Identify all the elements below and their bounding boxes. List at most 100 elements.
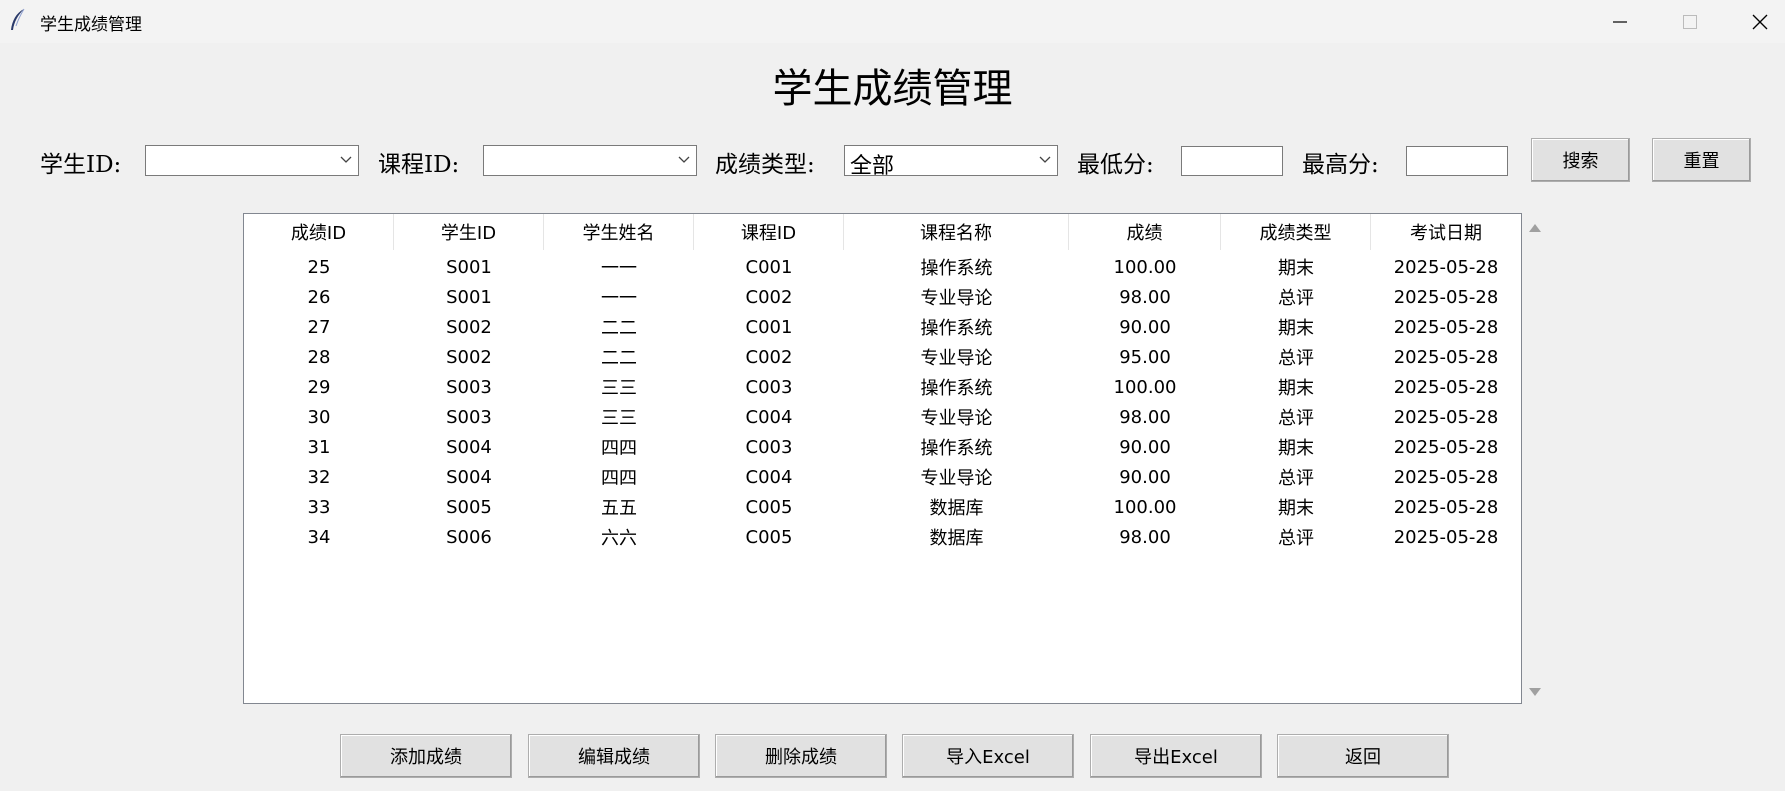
- table-cell: 2025-05-28: [1393, 406, 1499, 428]
- table-cell: 34: [307, 526, 331, 548]
- table-cell: 2025-05-28: [1393, 466, 1499, 488]
- chevron-down-icon: [340, 156, 352, 163]
- table-cell: 90.00: [1119, 436, 1171, 458]
- chevron-down-icon: [1039, 156, 1051, 163]
- table-cell: 操作系统: [920, 258, 993, 279]
- table-cell: 25: [307, 256, 331, 278]
- table-cell: 95.00: [1119, 346, 1171, 368]
- back-button[interactable]: 返回: [1277, 734, 1449, 778]
- table-cell: 三三: [601, 408, 637, 429]
- table-row[interactable]: 27 S002 二二 C001 操作系统 90.00 期末 2025-05-28: [244, 312, 1521, 342]
- table-row[interactable]: 28 S002 二二 C002 专业导论 95.00 总评 2025-05-28: [244, 342, 1521, 372]
- grade-type-value: 全部: [850, 154, 895, 179]
- column-header[interactable]: 成绩: [1069, 214, 1221, 250]
- table-row[interactable]: 34 S006 六六 C005 数据库 98.00 总评 2025-05-28: [244, 522, 1521, 552]
- reset-button[interactable]: 重置: [1652, 138, 1751, 182]
- min-score-input[interactable]: [1181, 146, 1283, 176]
- page-title: 学生成绩管理: [772, 66, 1013, 112]
- table-cell: 31: [307, 436, 331, 458]
- close-button[interactable]: [1725, 0, 1785, 43]
- grade-type-combobox[interactable]: 全部: [844, 145, 1058, 179]
- table-cell: 2025-05-28: [1393, 376, 1499, 398]
- table-cell: C002: [745, 286, 793, 308]
- table-cell: 33: [307, 496, 331, 518]
- add-grade-button[interactable]: 添加成绩: [340, 734, 512, 778]
- course-id-label: 课程ID:: [378, 152, 460, 178]
- table-cell: 2025-05-28: [1393, 346, 1499, 368]
- table-cell: 期末: [1278, 498, 1314, 519]
- student-id-combobox[interactable]: [145, 145, 359, 176]
- table-cell: 2025-05-28: [1393, 316, 1499, 338]
- export-excel-button[interactable]: 导出Excel: [1090, 734, 1262, 778]
- min-score-label: 最低分:: [1077, 152, 1154, 178]
- table-cell: 100.00: [1113, 496, 1177, 518]
- table-cell: S003: [446, 376, 492, 398]
- table-cell: S002: [446, 316, 492, 338]
- minimize-button[interactable]: [1585, 0, 1655, 43]
- table-cell: 总评: [1278, 468, 1314, 489]
- max-score-input[interactable]: [1406, 146, 1508, 176]
- table-row[interactable]: 30 S003 三三 C004 专业导论 98.00 总评 2025-05-28: [244, 402, 1521, 432]
- table-cell: S006: [446, 526, 492, 548]
- table-cell: 二二: [601, 348, 637, 369]
- scroll-down-arrow-icon[interactable]: [1528, 686, 1542, 698]
- table-cell: 29: [307, 376, 331, 398]
- table-cell: 三三: [601, 378, 637, 399]
- table-cell: 98.00: [1119, 406, 1171, 428]
- table-row[interactable]: 25 S001 一一 C001 操作系统 100.00 期末 2025-05-28: [244, 252, 1521, 282]
- table-cell: 26: [307, 286, 331, 308]
- table-cell: 28: [307, 346, 331, 368]
- grade-type-label: 成绩类型:: [715, 152, 815, 178]
- table-cell: C005: [745, 496, 793, 518]
- column-header[interactable]: 考试日期: [1371, 214, 1521, 250]
- table-cell: 100.00: [1113, 376, 1177, 398]
- table-row[interactable]: 31 S004 四四 C003 操作系统 90.00 期末 2025-05-28: [244, 432, 1521, 462]
- column-header[interactable]: 课程名称: [844, 214, 1069, 250]
- table-row[interactable]: 26 S001 一一 C002 专业导论 98.00 总评 2025-05-28: [244, 282, 1521, 312]
- scroll-up-arrow-icon[interactable]: [1528, 222, 1542, 234]
- course-id-combobox[interactable]: [483, 145, 697, 176]
- table-cell: C001: [745, 316, 793, 338]
- table-cell: 总评: [1278, 288, 1314, 309]
- table-cell: 总评: [1278, 408, 1314, 429]
- table-cell: 五五: [601, 498, 637, 519]
- table-cell: 2025-05-28: [1393, 256, 1499, 278]
- table-cell: 期末: [1278, 378, 1314, 399]
- window-title: 学生成绩管理: [40, 15, 142, 35]
- maximize-button[interactable]: [1655, 0, 1725, 43]
- column-header[interactable]: 成绩ID: [244, 214, 394, 250]
- table-cell: S004: [446, 466, 492, 488]
- student-id-label: 学生ID:: [40, 152, 122, 178]
- table-cell: 98.00: [1119, 286, 1171, 308]
- table-cell: S005: [446, 496, 492, 518]
- table-row[interactable]: 32 S004 四四 C004 专业导论 90.00 总评 2025-05-28: [244, 462, 1521, 492]
- table-cell: 专业导论: [920, 288, 993, 309]
- table-row[interactable]: 29 S003 三三 C003 操作系统 100.00 期末 2025-05-28: [244, 372, 1521, 402]
- delete-grade-button[interactable]: 删除成绩: [715, 734, 887, 778]
- table-cell: 专业导论: [920, 348, 993, 369]
- column-header[interactable]: 学生姓名: [544, 214, 694, 250]
- maximize-icon: [1683, 14, 1697, 29]
- grades-table[interactable]: 成绩ID 学生ID 学生姓名 课程ID 课程名称 成绩 成绩类型 考试日期 25 S001 一一 C…: [243, 213, 1522, 704]
- table-cell: 总评: [1278, 528, 1314, 549]
- table-header: 成绩ID 学生ID 学生姓名 课程ID 课程名称 成绩 成绩类型 考试日期: [244, 214, 1521, 250]
- table-cell: 专业导论: [920, 468, 993, 489]
- column-header[interactable]: 课程ID: [694, 214, 844, 250]
- table-cell: S003: [446, 406, 492, 428]
- edit-grade-button[interactable]: 编辑成绩: [528, 734, 700, 778]
- table-cell: 六六: [601, 528, 637, 549]
- table-cell: 2025-05-28: [1393, 436, 1499, 458]
- minimize-icon: [1613, 20, 1627, 23]
- table-cell: 90.00: [1119, 466, 1171, 488]
- table-cell: 操作系统: [920, 318, 993, 339]
- table-cell: 一一: [601, 288, 637, 309]
- table-row[interactable]: 33 S005 五五 C005 数据库 100.00 期末 2025-05-28: [244, 492, 1521, 522]
- search-button[interactable]: 搜索: [1531, 138, 1630, 182]
- table-cell: 二二: [601, 318, 637, 339]
- table-cell: 期末: [1278, 258, 1314, 279]
- column-header[interactable]: 学生ID: [394, 214, 544, 250]
- table-cell: 操作系统: [920, 378, 993, 399]
- window-titlebar: 学生成绩管理: [0, 0, 1785, 43]
- column-header[interactable]: 成绩类型: [1221, 214, 1371, 250]
- import-excel-button[interactable]: 导入Excel: [902, 734, 1074, 778]
